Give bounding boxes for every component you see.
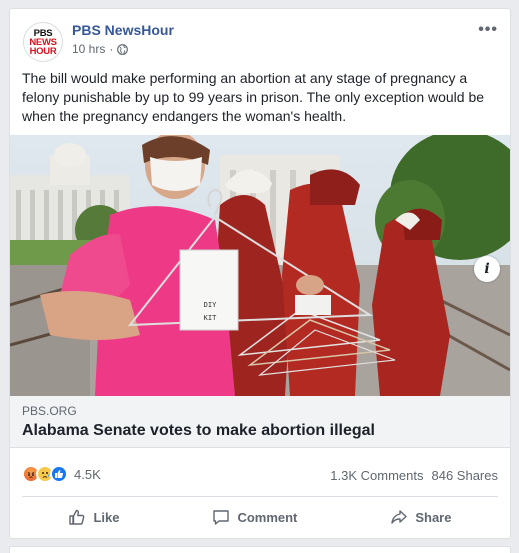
next-post-card-edge <box>9 546 511 553</box>
reaction-count[interactable]: 4.5K <box>74 467 101 482</box>
share-label: Share <box>415 509 452 525</box>
like-button[interactable]: Like <box>48 502 139 532</box>
comments-count[interactable]: 1.3K Comments <box>330 468 423 483</box>
sign-text-1: DIY <box>204 301 217 309</box>
avatar-text-line-3: HOUR <box>29 45 57 57</box>
more-options-icon[interactable]: ••• <box>478 21 498 39</box>
share-arrow-icon <box>391 510 408 524</box>
comment-label: Comment <box>237 509 298 525</box>
protest-photo-illustration: DIY KIT <box>10 135 510 396</box>
post-timestamp[interactable]: 10 hrs <box>72 42 105 56</box>
post-photo[interactable]: DIY KIT <box>10 135 510 396</box>
like-label: Like <box>93 509 120 525</box>
link-domain: PBS.ORG <box>22 404 77 418</box>
comment-icon <box>213 510 230 525</box>
engagement-stats: 1.3K Comments 846 Shares <box>330 468 498 483</box>
page-name-link[interactable]: PBS NewsHour <box>72 22 174 38</box>
link-preview[interactable]: PBS.ORG Alabama Senate votes to make abo… <box>10 396 510 448</box>
shares-count[interactable]: 846 Shares <box>432 468 499 483</box>
divider <box>22 496 498 497</box>
link-title[interactable]: Alabama Senate votes to make abortion il… <box>22 422 375 440</box>
post-card: PBS NEWS HOUR PBS NewsHour 10 hrs · ••• … <box>9 8 511 539</box>
action-bar: Like Comment Share <box>22 499 498 535</box>
info-icon[interactable]: i <box>474 256 500 282</box>
comment-button[interactable]: Comment <box>192 502 317 532</box>
sign-text-2: KIT <box>204 314 217 322</box>
globe-icon <box>117 43 129 55</box>
page-avatar[interactable]: PBS NEWS HOUR <box>23 22 63 62</box>
post-meta: 10 hrs · <box>72 42 129 56</box>
thumbs-up-icon <box>69 509 85 525</box>
post-text: The bill would make performing an aborti… <box>22 70 485 124</box>
share-button[interactable]: Share <box>370 502 471 532</box>
like-reaction-icon <box>50 465 68 483</box>
reaction-summary[interactable]: 4.5K <box>22 465 101 483</box>
